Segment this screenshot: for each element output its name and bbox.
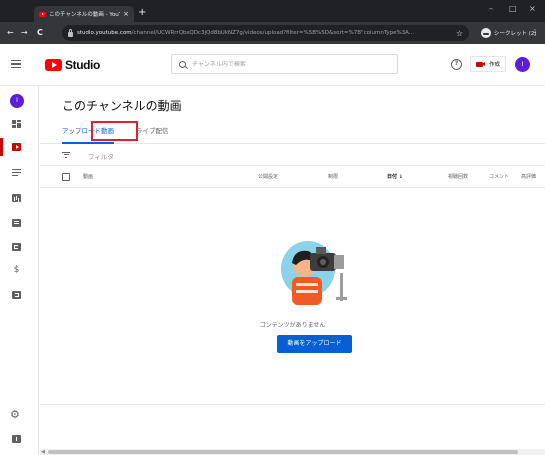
window-minimize-button[interactable]: –	[489, 4, 493, 14]
video-camera-icon	[476, 61, 485, 67]
column-views: 視聴回数	[448, 174, 469, 180]
back-icon[interactable]: ←	[7, 27, 14, 39]
bookmark-star-icon[interactable]: ☆	[456, 29, 463, 38]
upload-video-button[interactable]: 動画をアップロード	[277, 335, 352, 353]
page-title: このチャンネルの動画	[62, 99, 182, 113]
incognito-icon	[481, 28, 491, 38]
feedback-icon[interactable]	[12, 435, 21, 443]
new-tab-button[interactable]: +	[138, 6, 146, 20]
bottom-divider	[40, 404, 545, 405]
filter-bar[interactable]: フィルタ	[40, 144, 545, 166]
help-icon[interactable]: ?	[451, 59, 462, 70]
channel-avatar[interactable]: I	[10, 94, 24, 108]
highlight-box	[91, 121, 138, 141]
nav-dashboard[interactable]	[0, 115, 39, 133]
nav-content[interactable]	[0, 138, 39, 156]
main-content: このチャンネルの動画 アップロード動画 ライブ配信 フィルタ 動画 公開設定 制…	[40, 86, 545, 455]
window-maximize-button[interactable]: □	[509, 4, 517, 14]
empty-message: コンテンツがありません	[259, 322, 326, 329]
studio-logo[interactable]: Studio	[45, 58, 100, 72]
column-date[interactable]: 日付 ↓	[387, 173, 403, 180]
reload-icon[interactable]: C	[37, 27, 43, 39]
studio-header: Studio ? 作成 I	[0, 44, 545, 86]
audio-library-icon	[12, 291, 21, 299]
comments-icon	[12, 219, 21, 227]
account-avatar[interactable]: I	[515, 57, 530, 72]
channel-search[interactable]	[171, 54, 398, 74]
horizontal-scrollbar[interactable]: ◀	[40, 449, 545, 455]
menu-icon[interactable]	[11, 60, 21, 68]
youtube-logo-icon	[45, 59, 62, 71]
browser-toolbar: ← → C studio.youtube.com/channel/UCWRrrQ…	[0, 22, 545, 44]
url-text: studio.youtube.com/channel/UCWRrrQbsQDc3…	[77, 30, 452, 36]
column-video: 動画	[83, 174, 94, 180]
nav-monetization[interactable]: $	[0, 262, 39, 280]
browser-tabbar: このチャンネルの動画 - YouTube St... × + – □ ×	[0, 0, 545, 22]
studio-logo-text: Studio	[65, 58, 100, 72]
filter-icon	[62, 152, 70, 158]
content-icon	[12, 143, 21, 151]
forward-icon[interactable]: →	[21, 27, 28, 39]
scroll-left-icon[interactable]: ◀	[41, 449, 45, 455]
browser-menu-icon[interactable]: ⋮	[531, 27, 539, 39]
tab-live[interactable]: ライブ配信	[136, 120, 169, 144]
tab-close-icon[interactable]: ×	[123, 10, 129, 18]
table-header: 動画 公開設定 制限 日付 ↓ 視聴回数 コメント 高評価	[40, 166, 545, 188]
nav-playlists[interactable]	[0, 164, 39, 182]
nav-subtitles[interactable]	[0, 238, 39, 256]
browser-tab[interactable]: このチャンネルの動画 - YouTube St... ×	[34, 6, 134, 22]
lock-icon	[68, 28, 73, 37]
url-host: studio.youtube.com	[77, 30, 132, 36]
column-likes: 高評価	[521, 174, 537, 180]
scrollbar-thumb[interactable]	[48, 450, 518, 454]
left-nav: I $ ⚙	[0, 86, 39, 455]
window-close-button[interactable]: ×	[529, 4, 536, 14]
incognito-profile-chip[interactable]: シークレット (2)	[481, 26, 537, 40]
playlist-icon	[12, 169, 21, 177]
filter-label: フィルタ	[88, 153, 114, 161]
browser-tab-title: このチャンネルの動画 - YouTube St...	[49, 12, 120, 18]
youtube-favicon-icon	[39, 11, 46, 17]
search-input[interactable]	[192, 60, 382, 68]
empty-illustration-image	[281, 241, 347, 305]
address-bar[interactable]: studio.youtube.com/channel/UCWRrrQbsQDc3…	[62, 25, 469, 41]
create-button[interactable]: 作成	[470, 56, 507, 72]
column-restrictions: 制限	[328, 174, 339, 180]
nav-audio-library[interactable]	[0, 286, 39, 304]
empty-state: コンテンツがありません 動画をアップロード	[40, 188, 545, 404]
select-all-checkbox[interactable]	[62, 173, 70, 181]
gear-icon[interactable]: ⚙	[10, 409, 20, 421]
dashboard-icon	[12, 120, 21, 128]
subtitles-icon	[12, 243, 21, 251]
column-visibility: 公開設定	[258, 174, 279, 180]
analytics-icon	[12, 194, 21, 202]
dollar-icon: $	[13, 265, 20, 275]
column-comments: コメント	[489, 174, 510, 180]
search-icon	[179, 60, 186, 68]
nav-analytics[interactable]	[0, 189, 39, 207]
nav-comments[interactable]	[0, 214, 39, 232]
create-label: 作成	[489, 62, 501, 68]
url-path: /channel/UCWRrrQbsQDc3jQd8bUkNZ7g/videos…	[131, 30, 415, 36]
